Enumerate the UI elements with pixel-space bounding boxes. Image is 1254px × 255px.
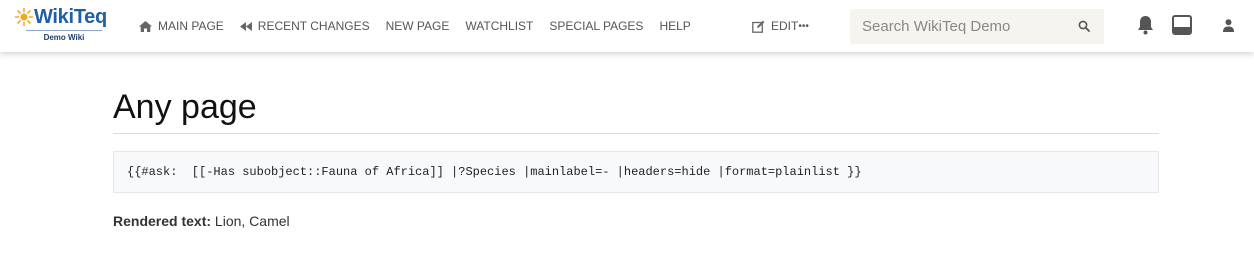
edit-button[interactable]: EDIT ••• <box>752 0 809 52</box>
user-icon[interactable] <box>1223 19 1234 32</box>
search-box <box>850 9 1104 44</box>
logo-name: WikiTeq <box>34 6 107 28</box>
sun-logo-icon <box>14 7 34 27</box>
nav-label: Watchlist <box>465 19 534 33</box>
wiki-logo[interactable]: WikiTeq Demo Wiki <box>14 7 114 47</box>
nav-special-pages[interactable]: Special pages <box>549 19 643 33</box>
nav-label: New page <box>385 19 450 33</box>
logo-subtitle: Demo Wiki <box>26 30 102 42</box>
nav-watchlist[interactable]: Watchlist <box>465 19 533 33</box>
backward-icon <box>239 21 252 31</box>
rendered-text: Rendered text: Lion, Camel <box>113 213 1159 229</box>
page-title: Any page <box>113 82 1159 134</box>
home-icon <box>139 20 152 32</box>
inbox-icon[interactable] <box>1172 15 1192 35</box>
code-block: {{#ask: [[-Has subobject::Fauna of Afric… <box>113 151 1159 193</box>
edit-icon <box>752 20 765 33</box>
rendered-value: Lion, Camel <box>211 213 290 229</box>
nav-label: Special pages <box>549 19 644 33</box>
nav-new-page[interactable]: New page <box>386 19 450 33</box>
rendered-label: Rendered text: <box>113 213 212 229</box>
page-content: Any page {{#ask: [[-Has subobject::Fauna… <box>113 82 1159 229</box>
nav-label: Help <box>659 19 691 33</box>
more-actions-icon[interactable]: ••• <box>798 21 809 32</box>
nav-label: Recent changes <box>257 19 370 33</box>
notifications-bell-icon[interactable] <box>1137 15 1154 35</box>
search-input[interactable] <box>850 9 1074 44</box>
main-navigation: Main page Recent changes New page Watchl… <box>139 0 707 52</box>
edit-label: EDIT <box>771 19 799 33</box>
search-icon[interactable] <box>1078 20 1090 32</box>
nav-main-page[interactable]: Main page <box>139 19 224 33</box>
top-navigation-bar: WikiTeq Demo Wiki Main page Recent chang… <box>0 0 1254 52</box>
nav-recent-changes[interactable]: Recent changes <box>239 19 370 33</box>
nav-help[interactable]: Help <box>659 19 690 33</box>
nav-label: Main page <box>158 19 224 33</box>
